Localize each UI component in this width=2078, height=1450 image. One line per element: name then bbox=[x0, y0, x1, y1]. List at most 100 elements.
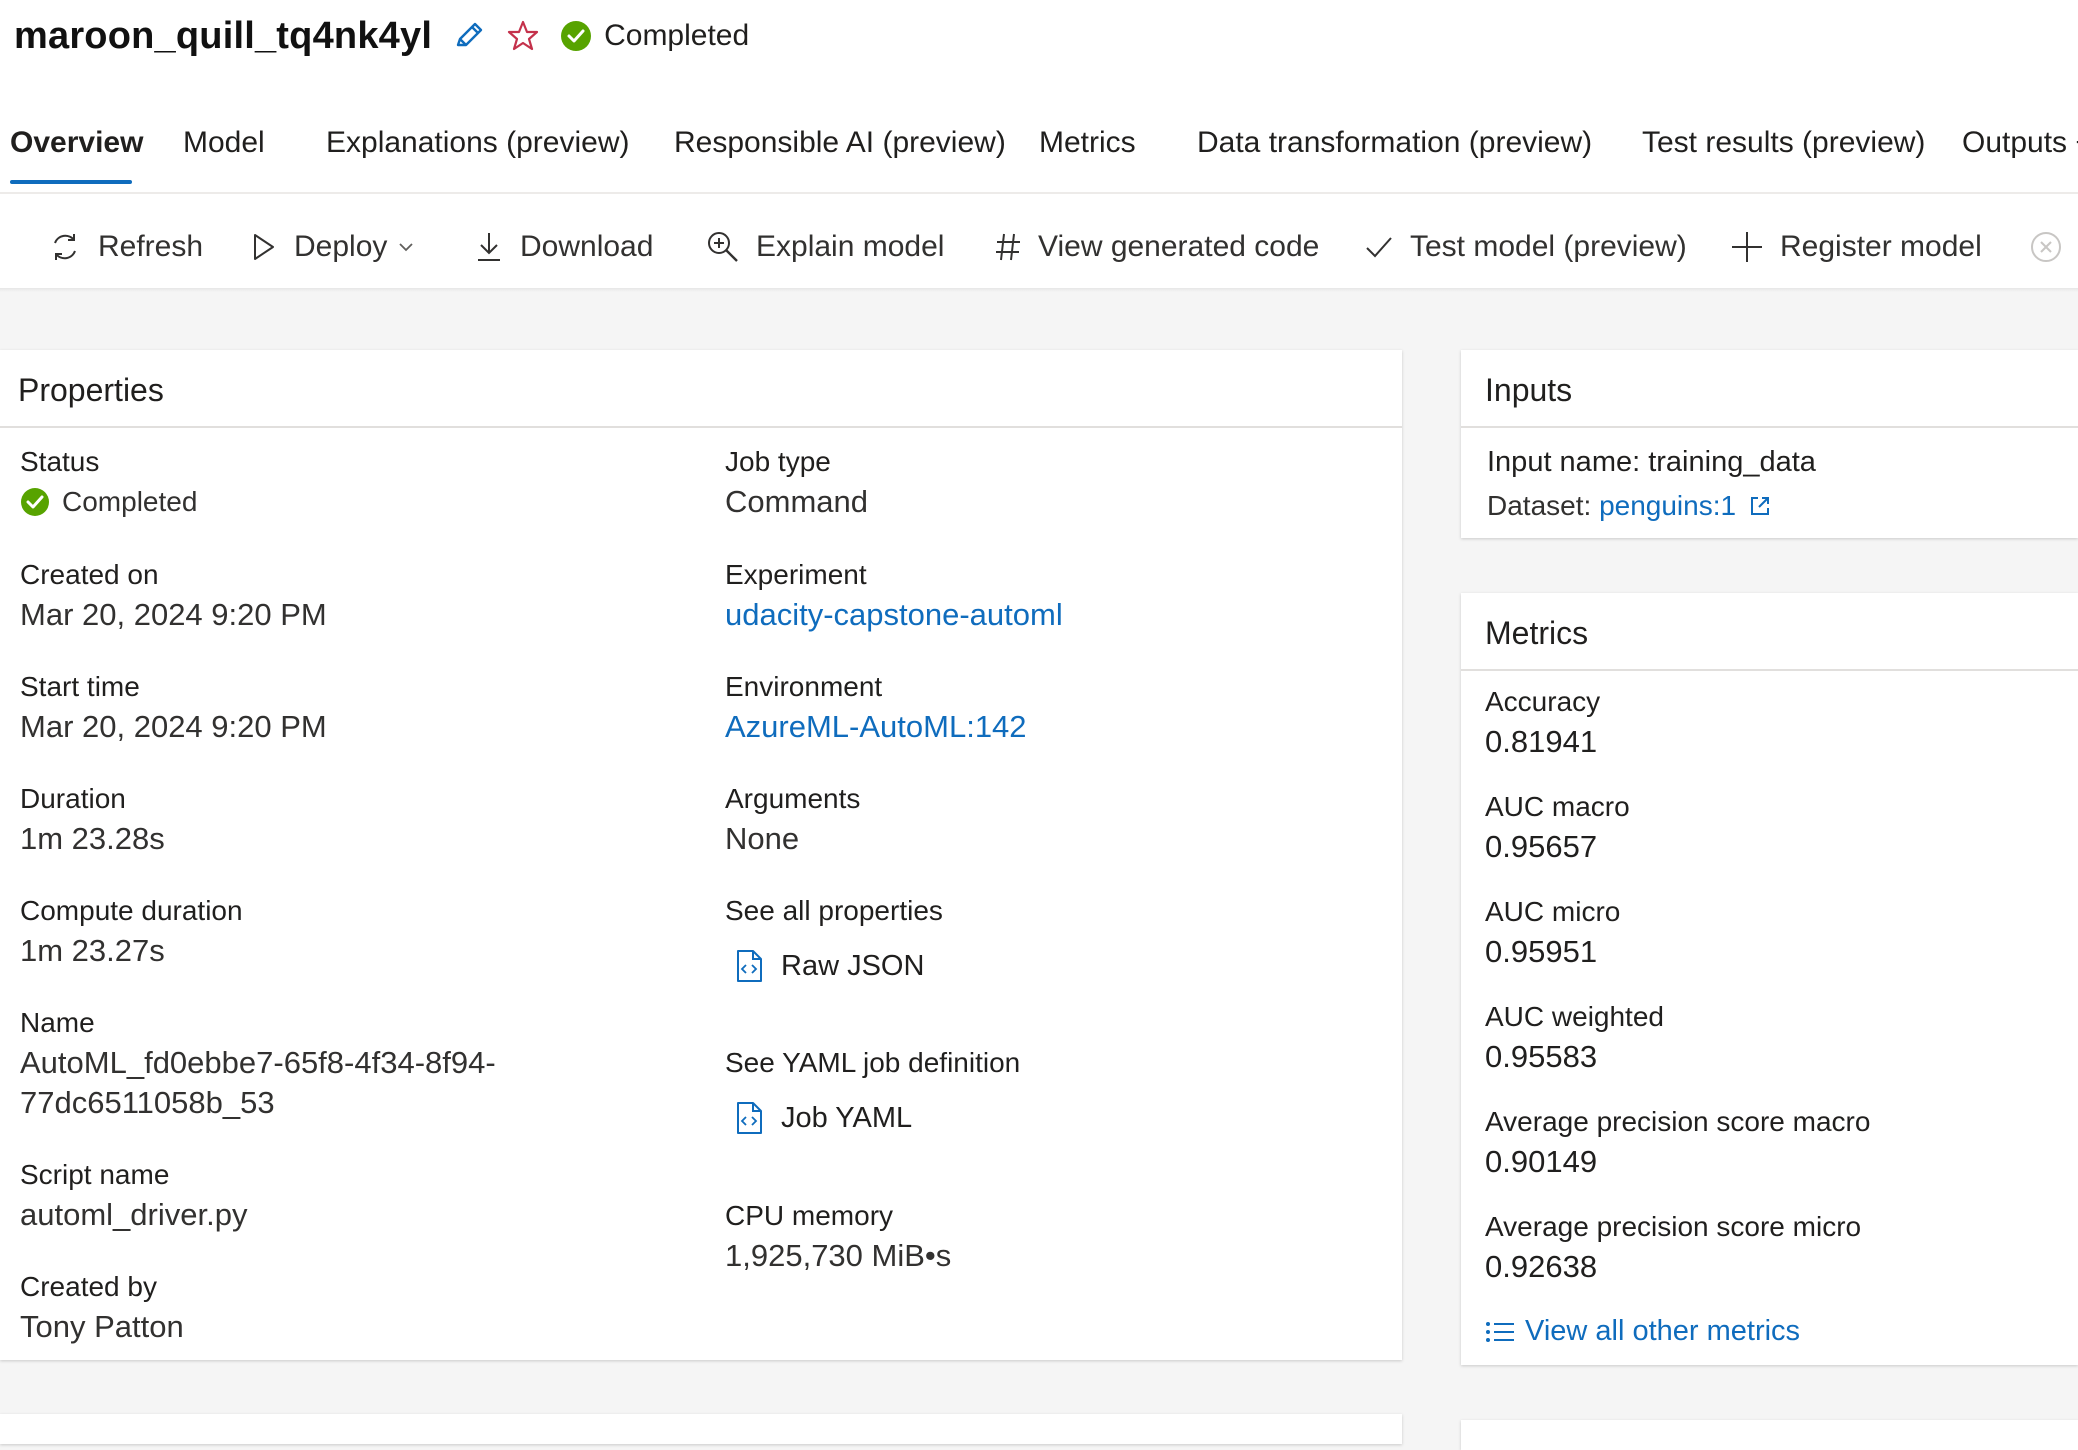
prop-cpu-memory: CPU memory 1,925,730 MiB•s bbox=[725, 1196, 951, 1276]
prop-script-name: Script name automl_driver.py bbox=[20, 1155, 247, 1235]
job-yaml-link[interactable]: Job YAML bbox=[735, 1101, 1020, 1135]
title-row: maroon_quill_tq4nk4yl Completed bbox=[14, 8, 749, 64]
register-model-button[interactable]: Register model bbox=[1730, 223, 1982, 271]
download-button[interactable]: Download bbox=[474, 223, 653, 271]
checkmark-icon bbox=[1366, 237, 1392, 258]
metric-value: 0.95583 bbox=[1485, 1039, 1598, 1074]
prop-arguments: Arguments None bbox=[725, 779, 860, 859]
cancel-button[interactable] bbox=[2030, 223, 2078, 271]
play-icon bbox=[254, 234, 274, 260]
download-icon bbox=[478, 233, 500, 261]
external-link-icon[interactable] bbox=[1748, 494, 1772, 518]
register-model-label: Register model bbox=[1780, 230, 1982, 263]
prop-name-label: Name bbox=[20, 1007, 95, 1038]
zoom-search-icon bbox=[708, 232, 738, 262]
edit-icon[interactable] bbox=[452, 19, 486, 53]
input-name: Input name: training_data bbox=[1487, 446, 1816, 478]
prop-compute-duration: Compute duration 1m 23.27s bbox=[20, 891, 243, 971]
view-generated-code-button[interactable]: View generated code bbox=[994, 223, 1319, 271]
prop-created-on-value: Mar 20, 2024 9:20 PM bbox=[20, 597, 327, 632]
metric-value: 0.81941 bbox=[1485, 724, 1598, 759]
prop-status: Status Completed bbox=[20, 442, 197, 522]
list-icon bbox=[1486, 1321, 1514, 1342]
check-circle-icon bbox=[561, 21, 592, 51]
environment-link[interactable]: AzureML-AutoML:142 bbox=[725, 707, 1027, 747]
inputs-title: Inputs bbox=[1485, 372, 1573, 408]
tab-explanations[interactable]: Explanations (preview) bbox=[326, 126, 629, 160]
raw-json-link[interactable]: Raw JSON bbox=[735, 949, 943, 983]
prop-compute-duration-value: 1m 23.27s bbox=[20, 933, 165, 968]
tab-responsible-ai[interactable]: Responsible AI (preview) bbox=[674, 126, 1006, 160]
metric-label: AUC macro bbox=[1485, 791, 1630, 822]
metric-value: 0.95951 bbox=[1485, 934, 1598, 969]
next-card-right bbox=[1461, 1420, 2078, 1450]
deploy-label: Deploy bbox=[294, 230, 388, 263]
experiment-link[interactable]: udacity-capstone-automl bbox=[725, 595, 1063, 635]
explain-model-button[interactable]: Explain model bbox=[706, 223, 944, 271]
status-header: Completed bbox=[560, 19, 749, 53]
prop-environment: Environment AzureML-AutoML:142 bbox=[725, 667, 1027, 747]
prop-duration-value: 1m 23.28s bbox=[20, 821, 165, 856]
tab-outputs[interactable]: Outputs + bbox=[1962, 126, 2078, 160]
deploy-button[interactable]: Deploy bbox=[250, 223, 415, 271]
top-bar: maroon_quill_tq4nk4yl Completed Overview… bbox=[0, 0, 2078, 290]
next-card-left bbox=[0, 1414, 1402, 1444]
test-model-button[interactable]: Test model (preview) bbox=[1364, 223, 1687, 271]
dataset-label: Dataset: bbox=[1487, 490, 1600, 521]
prop-status-text: Completed bbox=[62, 486, 198, 517]
code-file-icon bbox=[737, 950, 762, 982]
view-all-metrics-label: View all other metrics bbox=[1525, 1315, 1801, 1347]
inputs-divider bbox=[1461, 426, 2078, 428]
test-model-label: Test model (preview) bbox=[1410, 230, 1687, 263]
prop-start-time: Start time Mar 20, 2024 9:20 PM bbox=[20, 667, 327, 747]
properties-divider bbox=[0, 426, 1402, 428]
metric-label: AUC weighted bbox=[1485, 1001, 1664, 1032]
refresh-button[interactable]: Refresh bbox=[48, 223, 203, 271]
prop-job-type-label: Job type bbox=[725, 446, 831, 477]
prop-created-by-value: Tony Patton bbox=[20, 1309, 184, 1344]
tab-data-transformation[interactable]: Data transformation (preview) bbox=[1197, 126, 1592, 160]
prop-cpu-memory-label: CPU memory bbox=[725, 1200, 894, 1231]
prop-created-by: Created by Tony Patton bbox=[20, 1267, 184, 1347]
metric-item: Average precision score micro 0.92638 bbox=[1485, 1208, 1861, 1288]
metric-value: 0.92638 bbox=[1485, 1249, 1598, 1284]
view-all-metrics-link[interactable]: View all other metrics bbox=[1485, 1315, 1800, 1348]
active-tab-indicator bbox=[10, 180, 132, 184]
tab-overview[interactable]: Overview bbox=[10, 126, 143, 160]
prop-created-on-label: Created on bbox=[20, 559, 159, 590]
tab-model[interactable]: Model bbox=[183, 126, 265, 160]
favorite-star-icon[interactable] bbox=[506, 19, 540, 53]
metric-item: AUC weighted 0.95583 bbox=[1485, 998, 1664, 1078]
tab-bar: Overview Model Explanations (preview) Re… bbox=[0, 118, 2078, 188]
prop-arguments-label: Arguments bbox=[725, 783, 861, 814]
check-circle-icon bbox=[21, 488, 49, 516]
metric-item: Accuracy 0.81941 bbox=[1485, 683, 1600, 763]
dataset-link[interactable]: penguins:1 bbox=[1599, 486, 1736, 526]
prop-cpu-memory-value: 1,925,730 MiB•s bbox=[725, 1238, 952, 1273]
prop-script-name-label: Script name bbox=[20, 1159, 170, 1190]
properties-card: Properties Status Completed Created on M… bbox=[0, 350, 1402, 1360]
job-yaml-label: Job YAML bbox=[781, 1101, 913, 1134]
tab-metrics[interactable]: Metrics bbox=[1039, 126, 1136, 160]
prop-duration-label: Duration bbox=[20, 783, 126, 814]
view-generated-code-label: View generated code bbox=[1038, 230, 1320, 263]
tab-test-results[interactable]: Test results (preview) bbox=[1642, 126, 1925, 160]
code-file-icon bbox=[737, 1102, 762, 1134]
prop-name-value-line2: 77dc6511058b_53 bbox=[20, 1085, 275, 1120]
metric-value: 0.90149 bbox=[1485, 1144, 1598, 1179]
toolbar-shadow bbox=[0, 288, 2078, 292]
metric-label: Average precision score micro bbox=[1485, 1211, 1862, 1242]
prop-created-on: Created on Mar 20, 2024 9:20 PM bbox=[20, 555, 327, 635]
metric-item: Average precision score macro 0.90149 bbox=[1485, 1103, 1870, 1183]
metric-label: AUC micro bbox=[1485, 896, 1621, 927]
raw-json-label: Raw JSON bbox=[781, 949, 925, 982]
prop-yaml: See YAML job definition Job YAML bbox=[725, 1043, 1020, 1135]
prop-experiment-label: Experiment bbox=[725, 559, 867, 590]
prop-created-by-label: Created by bbox=[20, 1271, 157, 1302]
metric-value: 0.95657 bbox=[1485, 829, 1598, 864]
prop-duration: Duration 1m 23.28s bbox=[20, 779, 165, 859]
prop-experiment: Experiment udacity-capstone-automl bbox=[725, 555, 1063, 635]
explain-model-label: Explain model bbox=[756, 230, 945, 263]
command-toolbar: Refresh Deploy Download Explain model Vi… bbox=[0, 205, 2078, 285]
properties-title: Properties bbox=[18, 372, 164, 408]
